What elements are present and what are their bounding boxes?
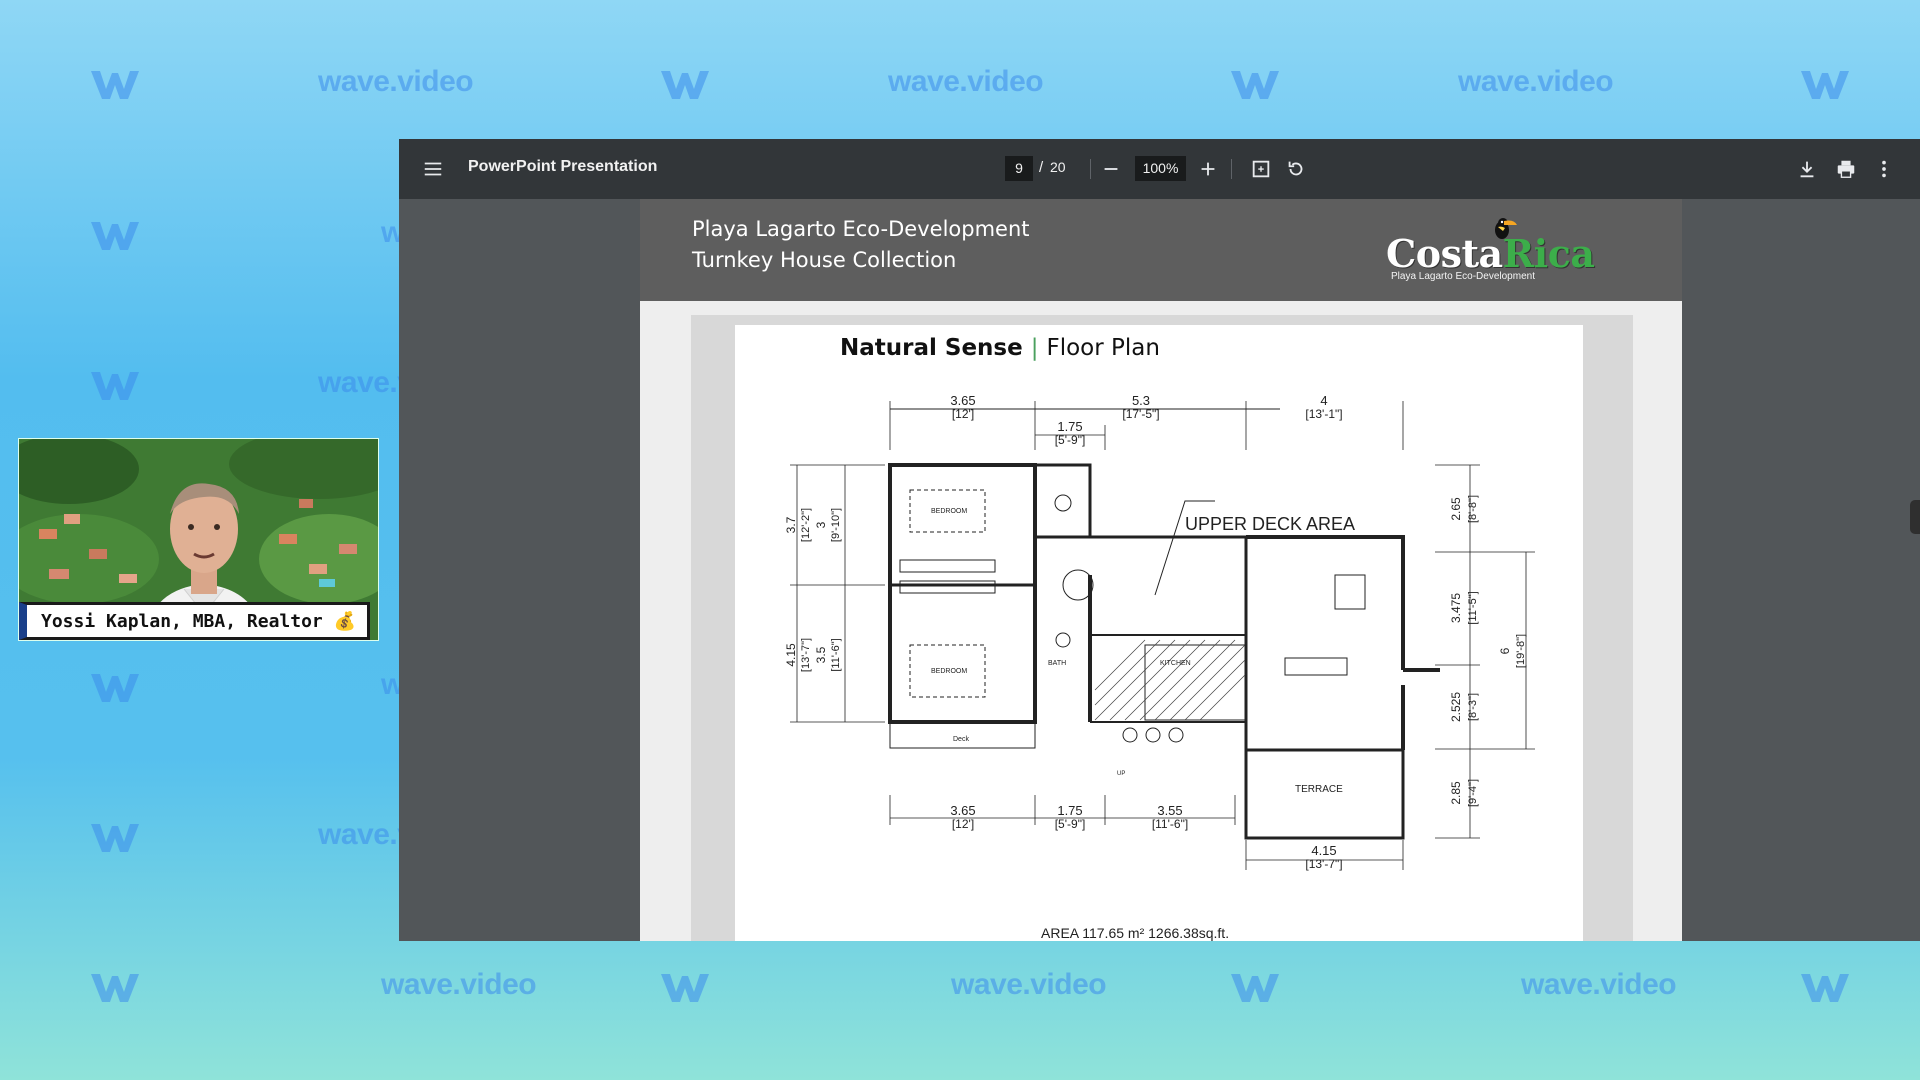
toolbar-divider [1231,159,1232,179]
costa-rica-logo: CostaRica Playa Lagarto Eco-Development [1386,213,1616,283]
dim-top-2-m: 5.3 [1132,393,1150,408]
slide-header: Playa Lagarto Eco-Development Turnkey Ho… [640,199,1682,301]
dim-right-1-m: 2.65 [1449,497,1463,521]
wave-w-icon [658,67,712,103]
dim-bottom-1-ft: [12'] [952,817,974,831]
stairs-up-label: UP [1117,771,1125,777]
wave-w-icon [88,368,142,404]
logo-word-rica: Rica [1502,231,1595,276]
dim-right-5-m: 6 [1498,647,1512,654]
dim-left-1-ft: [12'-2"] [800,508,812,542]
dim-top-1-m: 3.65 [950,393,975,408]
wave-w-icon [1228,67,1282,103]
dim-left-2-m: 3 [814,521,828,528]
presenter-name: Yossi Kaplan, MBA, Realtor 💰 [41,611,357,632]
area-label: AREA 117.65 m² 1266.38sq.ft. [1041,925,1229,941]
menu-icon[interactable] [418,154,448,184]
dim-left-4-m: 3.5 [814,646,828,663]
plan-frame: Natural Sense | Floor Plan 3.65 [12'] 5.… [691,315,1633,941]
dim-right-4-ft: [9'-4"] [1467,779,1479,807]
terrace-label: TERRACE [1295,784,1343,795]
page-separator: / [1039,159,1044,176]
logo-word-costa: Costa [1386,231,1503,276]
presenter-video: Yossi Kaplan, MBA, Realtor 💰 [18,438,379,641]
bath-label: BATH [1048,660,1066,667]
dim-bottom-4-m: 4.15 [1311,843,1336,858]
floor-plan-sheet: Natural Sense | Floor Plan 3.65 [12'] 5.… [735,325,1583,941]
wave-w-icon [1798,970,1852,1006]
wave-w-icon [658,970,712,1006]
print-icon[interactable] [1831,154,1861,184]
bedroom-2-label: BEDROOM [931,668,967,675]
dim-bottom-3-m: 3.55 [1157,803,1182,818]
wave-w-icon [88,218,142,254]
plus-icon[interactable] [1193,154,1223,184]
dim-bottom-2-m: 1.75 [1057,803,1082,818]
logo-text: CostaRica [1386,231,1595,276]
download-icon[interactable] [1792,154,1822,184]
slide-title-line-2: Turnkey House Collection [692,248,957,272]
dim-bottom-1-m: 3.65 [950,803,975,818]
wave-w-icon [88,820,142,856]
pdf-viewer: PowerPoint Presentation 9 / 20 100% Play… [399,139,1920,941]
dim-right-3-m: 2.525 [1449,692,1463,722]
dim-top-2-ft: [17'-5"] [1122,407,1159,421]
wave-w-icon [88,670,142,706]
document-title: PowerPoint Presentation [468,158,658,175]
toolbar-divider [1090,159,1091,179]
wave-w-icon [88,67,142,103]
dim-left-1-m: 3.7 [784,516,798,533]
dim-top-3-m: 4 [1320,393,1327,408]
zoom-level-field[interactable]: 100% [1135,156,1186,181]
more-vert-icon[interactable] [1869,154,1899,184]
dim-right-3-ft: [8'-3"] [1467,693,1479,721]
dim-bottom-4-ft: [13'-7"] [1305,857,1342,871]
watermark-text: wave.video [381,968,537,1001]
logo-subtitle: Playa Lagarto Eco-Development [1391,271,1535,282]
watermark-text: wave.video [951,968,1107,1001]
dim-bottom-2-ft: [5'-9"] [1055,817,1086,831]
slide-title-line-1: Playa Lagarto Eco-Development [692,217,1030,241]
dim-top-1-ft: [12'] [952,407,974,421]
floor-plan-drawing: 3.65 [12'] 5.3 [17'-5"] 4 [13'-1"] 1.75 … [784,393,1535,941]
slide-page: Playa Lagarto Eco-Development Turnkey Ho… [640,199,1682,941]
dim-right-2-m: 3.475 [1449,593,1463,623]
wave-w-icon [1228,970,1282,1006]
dim-left-3-m: 4.15 [784,643,798,667]
viewer-toolbar: PowerPoint Presentation 9 / 20 100% [399,139,1920,199]
fit-page-icon[interactable] [1246,154,1276,184]
side-handle[interactable] [1910,500,1920,534]
wave-w-icon [1798,67,1852,103]
dim-left-4-ft: [11'-6"] [830,638,842,671]
dim-right-1-ft: [8'-8"] [1467,495,1479,523]
watermark-text: wave.video [318,65,474,98]
dim-bottom-3-ft: [11'-6"] [1152,817,1188,831]
dim-top-4-ft: [5'-9"] [1055,433,1086,447]
upper-deck-label: UPPER DECK AREA [1185,514,1355,534]
dim-right-5-ft: [19'-8"] [1515,634,1527,668]
dim-top-3-ft: [13'-1"] [1305,407,1342,421]
page-total: 20 [1050,159,1066,175]
wave-w-icon [88,970,142,1006]
watermark-text: wave.video [1458,65,1614,98]
dim-right-2-ft: [11'-5"] [1467,591,1479,624]
presenter-name-tag: Yossi Kaplan, MBA, Realtor 💰 [19,602,370,640]
dim-left-2-ft: [9'-10"] [830,508,842,542]
kitchen-label: KITCHEN [1160,660,1191,667]
dim-left-3-ft: [13'-7"] [800,638,812,672]
dim-right-4-m: 2.85 [1449,781,1463,805]
watermark-text: wave.video [888,65,1044,98]
rotate-icon[interactable] [1281,154,1311,184]
page-number-input[interactable]: 9 [1005,156,1033,181]
watermark-text: wave.video [1521,968,1677,1001]
minus-icon[interactable] [1096,154,1126,184]
dim-top-4-m: 1.75 [1057,419,1082,434]
deck-label: Deck [953,736,969,743]
bedroom-1-label: BEDROOM [931,508,967,515]
